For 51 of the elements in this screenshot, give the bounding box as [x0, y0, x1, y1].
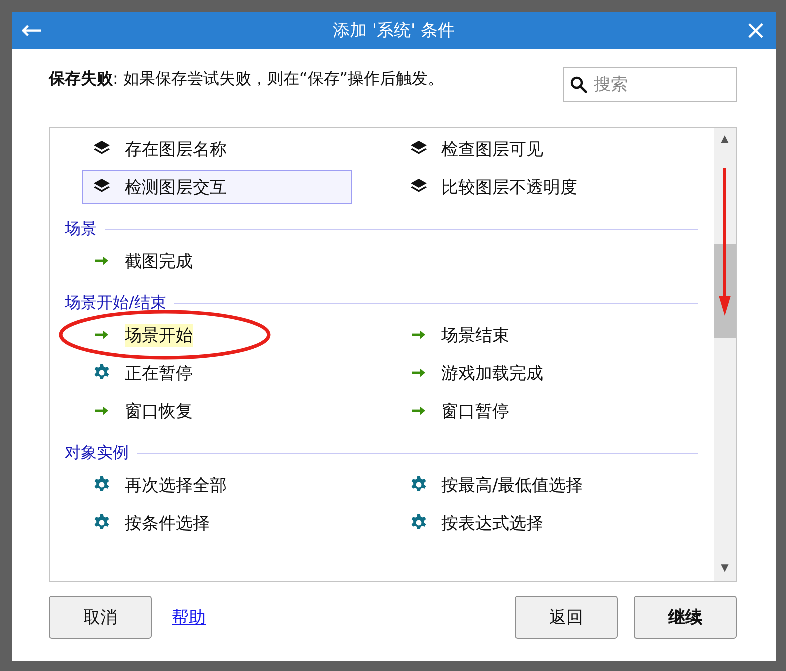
condition-item[interactable]: 场景开始 [82, 318, 352, 352]
section-title: 场景 [65, 218, 97, 240]
condition-item[interactable]: 场景结束 [398, 318, 668, 352]
condition-item[interactable]: 检查图层可见 [398, 132, 668, 166]
item-label: 正在暂停 [125, 362, 193, 384]
condition-item[interactable]: 按最高/最低值选择 [398, 468, 668, 502]
item-label: 再次选择全部 [125, 474, 227, 496]
condition-item[interactable]: 窗口暂停 [398, 394, 668, 428]
back-button[interactable]: 返回 [515, 596, 618, 639]
condition-item[interactable]: 截图完成 [82, 244, 352, 278]
condition-item[interactable]: 游戏加载完成 [398, 356, 668, 390]
item-label: 存在图层名称 [125, 138, 227, 160]
scroll-up-button[interactable]: ▲ [721, 128, 729, 152]
condition-item[interactable]: 按表达式选择 [398, 506, 668, 540]
condition-item[interactable]: 检测图层交互 [82, 170, 352, 204]
item-label: 游戏加载完成 [442, 362, 544, 384]
item-label: 窗口恢复 [125, 400, 193, 422]
item-label: 检测图层交互 [125, 176, 227, 198]
gear-icon [93, 476, 111, 494]
gear-icon [93, 364, 111, 382]
condition-item[interactable]: 再次选择全部 [82, 468, 352, 502]
item-label: 场景结束 [442, 324, 510, 346]
condition-item[interactable]: 按条件选择 [82, 506, 352, 540]
back-button[interactable]: ← [12, 12, 52, 49]
close-button[interactable]: × [736, 12, 776, 49]
item-label: 截图完成 [125, 250, 193, 272]
item-label: 场景开始 [125, 324, 193, 346]
item-label: 比较图层不透明度 [442, 176, 578, 198]
item-label: 按表达式选择 [442, 512, 544, 534]
gear-icon [410, 476, 428, 494]
item-label: 按条件选择 [125, 512, 210, 534]
item-label: 窗口暂停 [442, 400, 510, 422]
condition-item[interactable]: 比较图层不透明度 [398, 170, 668, 204]
search-field[interactable]: 搜索 [563, 67, 737, 102]
section-title: 对象实例 [65, 442, 129, 464]
item-label: 检查图层可见 [442, 138, 544, 160]
condition-item[interactable]: 存在图层名称 [82, 132, 352, 166]
gear-icon [93, 514, 111, 532]
description-text: 保存失败: 如果保存尝试失败，则在“保存”操作后触发。 [49, 69, 444, 90]
condition-item[interactable]: 正在暂停 [82, 356, 352, 390]
continue-button[interactable]: 继续 [634, 596, 737, 639]
condition-item[interactable]: 窗口恢复 [82, 394, 352, 428]
search-icon [570, 76, 588, 94]
item-label: 按最高/最低值选择 [442, 474, 584, 496]
scrollbar[interactable]: ▲ ▼ [714, 128, 736, 581]
scroll-down-button[interactable]: ▼ [721, 557, 729, 581]
gear-icon [410, 514, 428, 532]
help-link[interactable]: 帮助 [172, 606, 206, 629]
cancel-button[interactable]: 取消 [49, 596, 152, 639]
window-title: 添加 '系统' 条件 [332, 20, 456, 42]
section-title: 场景开始/结束 [65, 292, 166, 314]
